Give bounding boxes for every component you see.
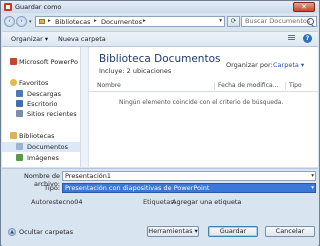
- powerpoint-icon: [10, 58, 17, 65]
- column-header-row: Nombre Fecha de modifica... Tipo: [89, 81, 318, 92]
- star-icon: [10, 79, 17, 86]
- refresh-button[interactable]: ⟳: [227, 16, 240, 27]
- nav-item-label: Bibliotecas: [19, 132, 55, 140]
- view-options-icon[interactable]: [288, 35, 298, 42]
- save-form: Nombre de archivo: Presentación1 ▾ Tipo:…: [2, 168, 318, 246]
- nav-item-label: Descargas: [27, 90, 62, 98]
- search-input[interactable]: Buscar Documentos: [241, 16, 317, 27]
- nav-item-imagenes[interactable]: Imágenes: [2, 153, 82, 163]
- nav-item-bibliotecas[interactable]: Bibliotecas: [2, 131, 82, 141]
- breadcrumb-separator-icon[interactable]: ▸: [94, 18, 97, 24]
- arrange-by-dropdown[interactable]: Carpeta ▾: [273, 61, 304, 69]
- tools-button[interactable]: Herramientas ▾: [147, 226, 199, 237]
- authors-value[interactable]: tecno04: [56, 198, 83, 206]
- chevron-down-icon[interactable]: ▾: [311, 172, 314, 180]
- downloads-icon: [16, 90, 23, 97]
- window-title: Guardar como: [15, 3, 62, 11]
- breadcrumb-bibliotecas[interactable]: Bibliotecas: [55, 18, 90, 26]
- save-button[interactable]: Guardar: [208, 226, 258, 237]
- column-divider[interactable]: [214, 82, 215, 90]
- library-locations[interactable]: Incluye: 2 ubicaciones: [99, 67, 171, 75]
- close-button[interactable]: ✕: [293, 2, 315, 12]
- back-button[interactable]: ‹: [4, 16, 15, 27]
- documents-icon: [16, 143, 23, 150]
- title-bar: Guardar como ✕: [1, 1, 319, 13]
- address-bar[interactable]: ▸ Bibliotecas ▸ Documentos ▸ ▾: [35, 16, 225, 27]
- column-header-date[interactable]: Fecha de modifica...: [218, 82, 278, 89]
- filetype-value: Presentación con diapositivas de PowerPo…: [65, 184, 210, 192]
- authors-label: Autores:: [31, 198, 59, 206]
- nav-item-sitios-recientes[interactable]: Sitios recientes: [2, 109, 82, 119]
- chevron-down-icon[interactable]: ▾: [219, 18, 222, 24]
- empty-list-message: Ningún elemento coincide con el criterio…: [119, 99, 284, 106]
- organize-menu-button[interactable]: Organizar ▾: [11, 35, 48, 43]
- search-icon[interactable]: [307, 18, 314, 25]
- library-title: Biblioteca Documentos: [99, 53, 221, 65]
- nav-item-label: Microsoft PowerPo: [19, 58, 78, 66]
- libraries-icon: [10, 132, 17, 139]
- filename-value: Presentación1: [65, 172, 111, 180]
- recent-locations-dropdown-icon[interactable]: ▾: [29, 19, 32, 25]
- libraries-icon: [39, 19, 45, 24]
- new-folder-button[interactable]: Nueva carpeta: [58, 35, 106, 43]
- nav-item-label: Escritorio: [27, 100, 58, 108]
- nav-item-escritorio[interactable]: Escritorio: [2, 99, 82, 109]
- search-placeholder: Buscar Documentos: [245, 17, 311, 25]
- tools-label: Herramientas: [148, 227, 193, 235]
- navigation-pane: Microsoft PowerPo Favoritos Descargas Es…: [2, 47, 83, 167]
- breadcrumb-documentos[interactable]: Documentos: [101, 18, 142, 26]
- command-toolbar: Organizar ▾ Nueva carpeta ?: [2, 31, 318, 47]
- help-icon[interactable]: ?: [303, 34, 312, 43]
- arrange-by-value: Carpeta: [273, 61, 299, 69]
- column-header-name[interactable]: Nombre: [97, 82, 121, 89]
- nav-item-label: Documentos: [27, 143, 69, 151]
- nav-item-descargas[interactable]: Descargas: [2, 89, 82, 99]
- breadcrumb-separator-icon[interactable]: ▸: [48, 18, 51, 24]
- desktop-icon: [16, 100, 23, 107]
- chevron-up-icon: ▲: [8, 228, 16, 236]
- library-locations-text: Incluye: 2 ubicaciones: [99, 67, 172, 75]
- filetype-label: Tipo:: [44, 184, 60, 192]
- column-header-type[interactable]: Tipo: [289, 82, 302, 89]
- filetype-select[interactable]: Presentación con diapositivas de PowerPo…: [62, 183, 316, 193]
- organize-label: Organizar: [11, 35, 43, 43]
- column-divider[interactable]: [285, 82, 286, 90]
- powerpoint-app-icon: [4, 3, 12, 11]
- nav-item-favoritos[interactable]: Favoritos: [2, 78, 82, 88]
- forward-button[interactable]: ›: [16, 16, 27, 27]
- hide-folders-label: Ocultar carpetas: [19, 228, 74, 236]
- file-list-pane: Biblioteca Documentos Incluye: 2 ubicaci…: [89, 47, 318, 167]
- arrange-by-label: Organizar por:: [226, 61, 273, 69]
- breadcrumb-separator-icon[interactable]: ▸: [143, 18, 146, 24]
- save-as-dialog: Guardar como ✕ ‹ › ▾ ▸ Bibliotecas ▸ Doc…: [0, 0, 320, 246]
- cancel-button[interactable]: Cancelar: [265, 226, 315, 237]
- tags-label: Etiquetas:: [143, 198, 176, 206]
- nav-item-documentos[interactable]: Documentos: [2, 142, 82, 152]
- nav-item-label: Imágenes: [27, 154, 59, 162]
- navigation-scrollbar[interactable]: [80, 47, 88, 167]
- nav-item-powerpoint[interactable]: Microsoft PowerPo: [2, 57, 82, 67]
- chevron-down-icon[interactable]: ▾: [311, 184, 314, 192]
- nav-item-label: Favoritos: [19, 79, 49, 87]
- recent-places-icon: [16, 110, 23, 117]
- filename-input[interactable]: Presentación1 ▾: [62, 171, 316, 181]
- pictures-icon: [16, 154, 23, 161]
- tags-input[interactable]: Agregar una etiqueta: [172, 198, 241, 206]
- nav-item-label: Sitios recientes: [27, 110, 77, 118]
